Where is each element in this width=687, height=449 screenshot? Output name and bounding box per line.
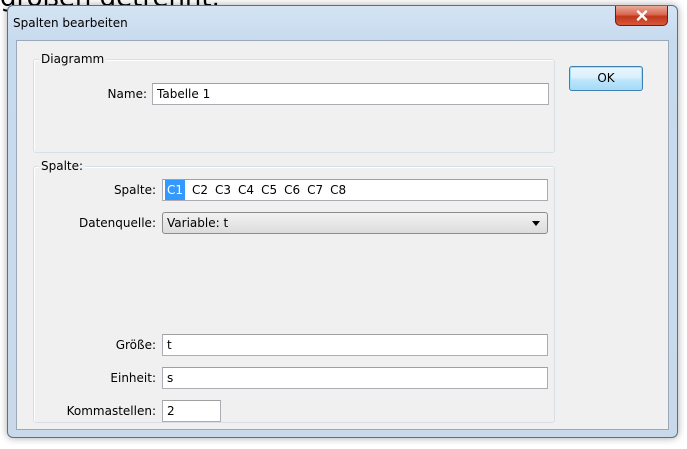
source-dropdown-value: Variable: t: [167, 216, 229, 230]
title-bar[interactable]: Spalten bearbeiten: [8, 6, 677, 40]
unit-label: Einheit:: [110, 371, 156, 385]
close-icon: [636, 10, 647, 21]
dialog-client-area: Diagramm Name: Tabelle 1 OK Spalte: Spal…: [16, 40, 669, 430]
source-label: Datenquelle:: [79, 216, 156, 230]
column-chip-c5[interactable]: C5: [261, 180, 277, 200]
column-chip-c7[interactable]: C7: [307, 180, 323, 200]
dialog-window: Spalten bearbeiten Diagramm Name: Tabell…: [7, 5, 678, 438]
name-label: Name:: [107, 87, 147, 101]
unit-input[interactable]: s: [162, 367, 548, 389]
column-chip-c3[interactable]: C3: [215, 180, 231, 200]
column-label: Spalte:: [113, 183, 156, 197]
source-dropdown[interactable]: Variable: t: [162, 212, 548, 234]
column-chip-c8[interactable]: C8: [330, 180, 346, 200]
column-group-label: Spalte:: [39, 159, 86, 173]
quantity-input[interactable]: t: [162, 334, 548, 356]
close-button[interactable]: [615, 6, 668, 26]
column-chip-c6[interactable]: C6: [284, 180, 300, 200]
chevron-down-icon: [532, 221, 540, 226]
decimals-input[interactable]: 2: [162, 400, 221, 422]
quantity-label: Größe:: [115, 338, 156, 352]
column-chip-c1[interactable]: C1: [165, 180, 186, 200]
diagram-group-label: Diagramm: [39, 52, 107, 66]
name-input[interactable]: Tabelle 1: [152, 83, 549, 105]
diagram-group: Diagramm: [33, 52, 555, 153]
column-chip-c4[interactable]: C4: [238, 180, 254, 200]
decimals-label: Kommastellen:: [66, 404, 156, 418]
window-title: Spalten bearbeiten: [13, 16, 128, 30]
column-selector[interactable]: C1 C2 C3 C4 C5 C6 C7 C8: [162, 179, 548, 201]
ok-button[interactable]: OK: [569, 66, 643, 91]
column-chip-c2[interactable]: C2: [192, 180, 208, 200]
